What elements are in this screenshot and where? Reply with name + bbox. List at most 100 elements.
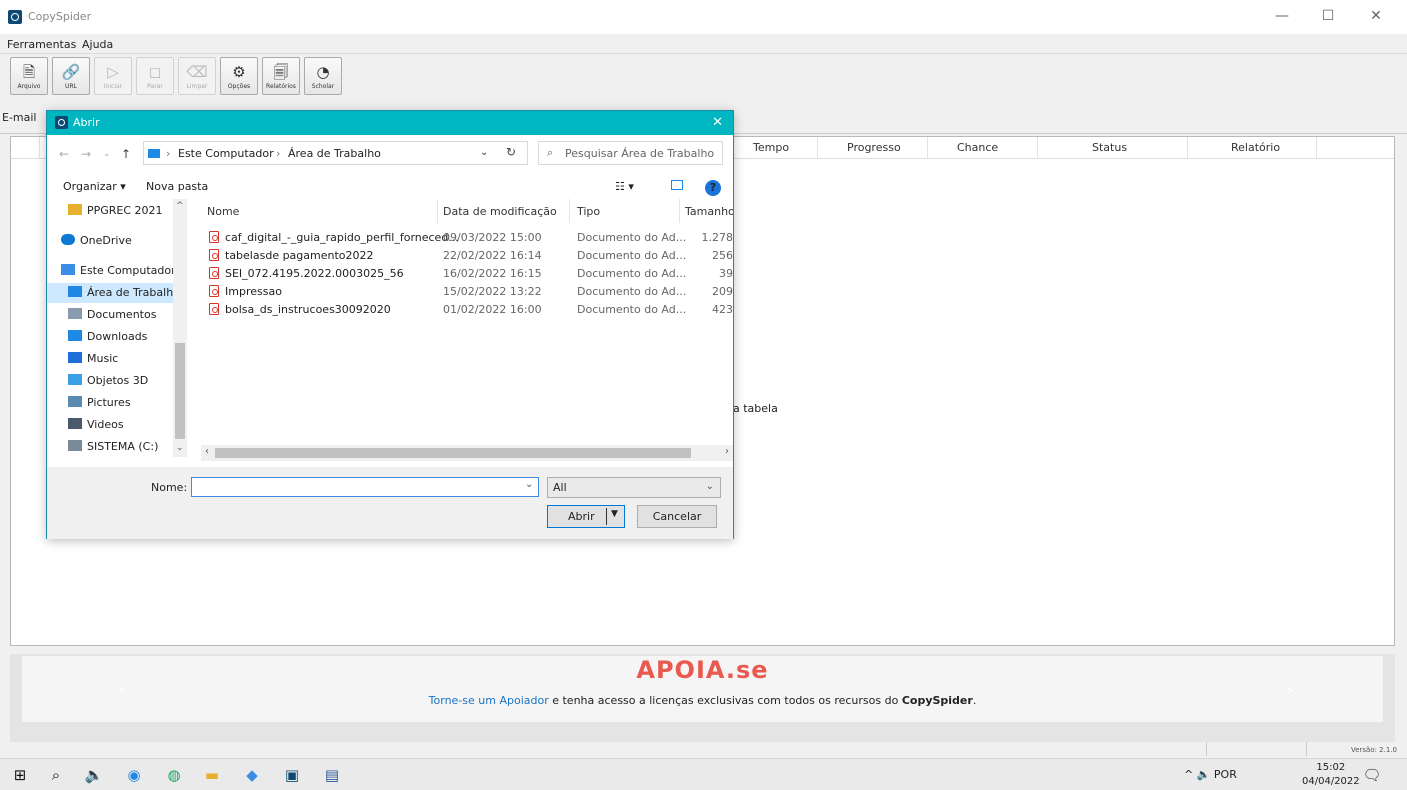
version-label: Versão: 2.1.0 [1350,746,1397,754]
nav-scrollbar[interactable]: ^ ⌄ [173,199,187,457]
system-tray[interactable]: ^ 🔈 POR [1184,768,1237,781]
file-name-dropdown-icon[interactable]: ⌄ [525,479,533,490]
file-row[interactable]: tabelasde pagamento2022 22/02/2022 16:14… [201,247,733,264]
scroll-left-icon[interactable]: ‹ [205,446,209,457]
apoiador-link[interactable]: Torne-se um Apoiador [429,694,549,707]
cancel-button[interactable]: Cancelar [637,505,717,528]
start-icon[interactable]: ⊞ [10,765,30,785]
apoia-logo[interactable]: APOIA.se [22,656,1383,684]
column-tempo[interactable]: Tempo [753,141,789,154]
scroll-right-icon[interactable]: › [725,446,729,457]
nav-item-onedrive[interactable]: OneDrive [61,234,132,247]
column-nome[interactable]: Nome [207,205,239,218]
breadcrumb-separator-icon: › [166,147,171,160]
column-status[interactable]: Status [1092,141,1127,154]
scroll-thumb[interactable] [215,448,691,458]
nav-item-label: Objetos 3D [87,374,149,387]
nav-item-ppgrec[interactable]: PPGREC 2021 [68,204,163,217]
email-tab[interactable]: E-mail [2,111,37,124]
file-row[interactable]: bolsa_ds_instrucoes30092020 01/02/2022 1… [201,301,733,318]
banner-brand: CopySpider [901,694,973,707]
view-options-icon[interactable]: ☷ ▾ [615,180,634,193]
breadcrumb-area-de-trabalho[interactable]: Área de Trabalho [288,147,381,160]
relatorios-label: Relatórios [266,83,296,90]
link-icon: 🔗 [61,63,81,81]
nav-item-videos[interactable]: Videos [68,418,124,431]
help-icon[interactable]: ? [705,180,721,196]
file-name: Impressao [225,285,282,298]
edge-icon[interactable]: ◉ [124,765,144,785]
arquivo-button[interactable]: 🗎 Arquivo [10,57,48,95]
column-tamanho[interactable]: Tamanho [685,205,733,218]
notification-icon[interactable]: 🗨 [1362,765,1382,785]
empty-table-message: a tabela [733,402,778,415]
search-icon[interactable]: ⌕ [46,765,66,785]
banner-text-end: . [972,694,977,707]
up-icon[interactable]: ↑ [121,147,131,161]
breadcrumb-este-computador[interactable]: Este Computador [178,147,274,160]
nav-item-pictures[interactable]: Pictures [68,396,131,409]
nav-item-music[interactable]: Music [68,352,118,365]
file-list-header: Nome Data de modificação Tipo Tamanho [201,199,733,223]
volume-taskbar-icon[interactable]: 🔈 [84,765,104,785]
menu-ferramentas[interactable]: Ferramentas [7,38,76,51]
app-icon[interactable]: ◆ [242,765,262,785]
nav-item-este-computador[interactable]: Este Computador [61,264,176,277]
nav-item-documentos[interactable]: Documentos [68,308,156,321]
recent-dropdown-icon[interactable]: ⌄ [103,149,111,159]
address-dropdown-icon[interactable]: ⌄ [480,147,488,158]
pdf-icon [209,285,219,297]
preview-pane-icon[interactable] [671,180,683,190]
gear-icon: ⚙ [232,63,246,81]
forward-icon[interactable]: → [81,147,91,161]
file-name-input[interactable] [191,477,539,497]
url-button[interactable]: 🔗 URL [52,57,90,95]
file-list: Nome Data de modificação Tipo Tamanho ca… [201,199,733,443]
new-folder-button[interactable]: Nova pasta [146,180,208,193]
address-bar[interactable]: › Este Computador › Área de Trabalho ⌄ ↻ [143,141,528,165]
file-explorer-icon[interactable]: ▬ [202,765,222,785]
column-relatorio[interactable]: Relatório [1231,141,1280,154]
file-row[interactable]: SEI_072.4195.2022.0003025_56 16/02/2022 … [201,265,733,282]
banner-next-button[interactable]: › [1286,680,1293,701]
search-icon: ⌕ [547,146,554,159]
open-dropdown-icon[interactable]: ▼ [611,509,618,519]
scroll-down-icon[interactable]: ⌄ [176,443,184,453]
menu-ajuda[interactable]: Ajuda [82,38,113,51]
clock[interactable]: 15:02 04/04/2022 [1302,761,1360,789]
organize-menu[interactable]: Organizar ▾ [63,180,126,193]
column-separator [1316,137,1317,159]
back-icon[interactable]: ← [59,147,69,161]
word-icon[interactable]: ▤ [322,765,342,785]
file-row[interactable]: Impressao 15/02/2022 13:22 Documento do … [201,283,733,300]
file-type-select[interactable]: All ⌄ [547,477,721,498]
column-chance[interactable]: Chance [957,141,998,154]
parar-button[interactable]: ◻ Parar [136,57,174,95]
scroll-up-icon[interactable]: ^ [176,201,184,211]
limpar-button[interactable]: ⌫ Limpar [178,57,216,95]
opcoes-button[interactable]: ⚙ Opções [220,57,258,95]
column-progresso[interactable]: Progresso [847,141,901,154]
scholar-button[interactable]: ◔ Scholar [304,57,342,95]
refresh-icon[interactable]: ↻ [506,145,516,159]
relatorios-button[interactable]: 🗐 Relatórios [262,57,300,95]
iniciar-button[interactable]: ▷ Iniciar [94,57,132,95]
copyspider-taskbar-icon[interactable]: ▣ [282,765,302,785]
column-tipo[interactable]: Tipo [577,205,600,218]
maximize-button[interactable]: ☐ [1308,8,1348,24]
minimize-button[interactable]: — [1262,8,1302,24]
nav-item-downloads[interactable]: Downloads [68,330,147,343]
nav-item-sistema-c[interactable]: SISTEMA (C:) [68,440,158,453]
scroll-thumb[interactable] [175,343,185,439]
nav-item-area-de-trabalho[interactable]: Área de Trabalho [47,283,173,303]
close-button[interactable]: ✕ [1356,8,1396,24]
file-row[interactable]: caf_digital_-_guia_rapido_perfil_fornece… [201,229,733,246]
toolbar: 🗎 Arquivo 🔗 URL ▷ Iniciar ◻ Parar ⌫ Limp… [0,54,1407,100]
dialog-close-button[interactable]: ✕ [712,115,723,130]
nav-item-objetos-3d[interactable]: Objetos 3D [68,374,148,387]
column-data-modificacao[interactable]: Data de modificação [443,205,557,218]
chrome-icon[interactable]: ◍ [164,765,184,785]
open-button[interactable]: Abrir ▼ [547,505,625,528]
search-field[interactable]: ⌕ Pesquisar Área de Trabalho [538,141,723,165]
horizontal-scrollbar[interactable]: ‹ › [201,445,733,461]
